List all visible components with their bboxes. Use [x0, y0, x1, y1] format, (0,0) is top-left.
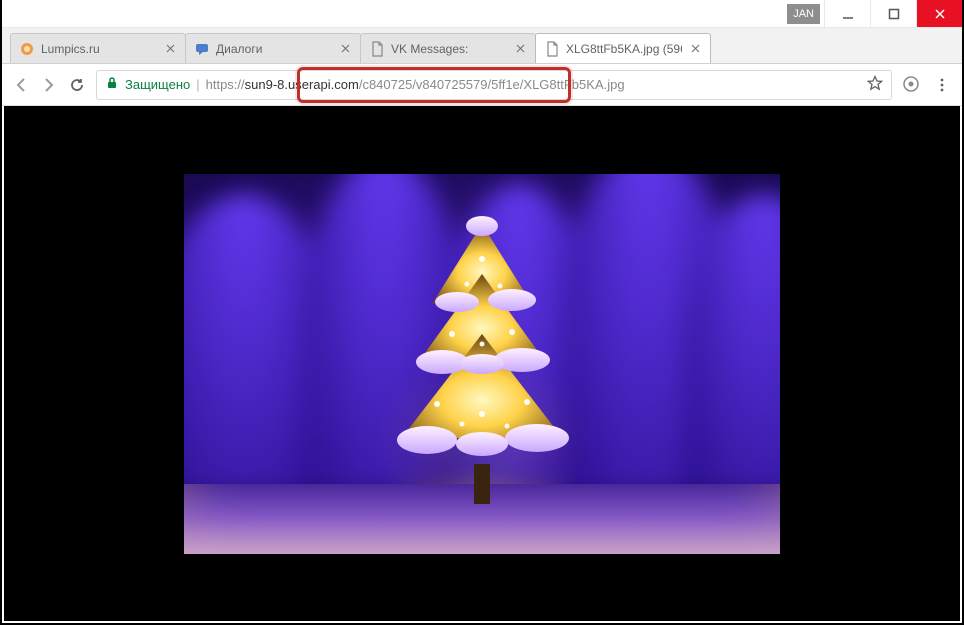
tab-close-icon[interactable]	[513, 42, 527, 56]
window-titlebar: JAN	[2, 0, 962, 28]
page-viewport	[4, 106, 960, 621]
christmas-tree	[372, 204, 592, 504]
extension-icon[interactable]	[902, 75, 922, 95]
tab-title: Lumpics.ru	[41, 42, 157, 56]
url-host: sun9-8.userapi.com	[245, 77, 359, 92]
tab-dialogs[interactable]: Диалоги	[185, 33, 361, 63]
close-button[interactable]	[916, 0, 962, 27]
user-badge: JAN	[787, 4, 820, 24]
lock-icon	[105, 76, 119, 93]
address-bar[interactable]: Защищено | https://sun9-8.userapi.com/c8…	[96, 70, 892, 100]
tab-close-icon[interactable]	[163, 42, 177, 56]
page-icon	[369, 41, 385, 57]
separator: |	[196, 77, 199, 92]
tab-title: VK Messages:	[391, 42, 507, 56]
tab-lumpics[interactable]: Lumpics.ru	[10, 33, 186, 63]
url-text: https://sun9-8.userapi.com/c840725/v8407…	[206, 77, 861, 92]
menu-button[interactable]	[932, 75, 952, 95]
tab-close-icon[interactable]	[338, 42, 352, 56]
secure-label: Защищено	[125, 77, 190, 92]
page-icon	[544, 41, 560, 57]
tab-close-icon[interactable]	[688, 42, 702, 56]
tab-title: XLG8ttFb5KA.jpg (596×3	[566, 42, 682, 56]
forward-button[interactable]	[40, 76, 58, 94]
favicon-icon	[19, 41, 35, 57]
tab-strip: Lumpics.ru Диалоги VK Messages: XLG8ttFb…	[2, 28, 962, 64]
favicon-icon	[194, 41, 210, 57]
back-button[interactable]	[12, 76, 30, 94]
minimize-button[interactable]	[824, 0, 870, 27]
bookmark-star-icon[interactable]	[867, 75, 883, 94]
tab-title: Диалоги	[216, 42, 332, 56]
reload-button[interactable]	[68, 76, 86, 94]
url-path: /c840725/v840725579/5ff1e/XLG8ttFb5KA.jp…	[359, 77, 625, 92]
url-scheme: https://	[206, 77, 245, 92]
displayed-image[interactable]	[184, 174, 780, 554]
tab-vk-messages[interactable]: VK Messages:	[360, 33, 536, 63]
tab-image-active[interactable]: XLG8ttFb5KA.jpg (596×3	[535, 33, 711, 63]
toolbar: Защищено | https://sun9-8.userapi.com/c8…	[2, 64, 962, 106]
maximize-button[interactable]	[870, 0, 916, 27]
